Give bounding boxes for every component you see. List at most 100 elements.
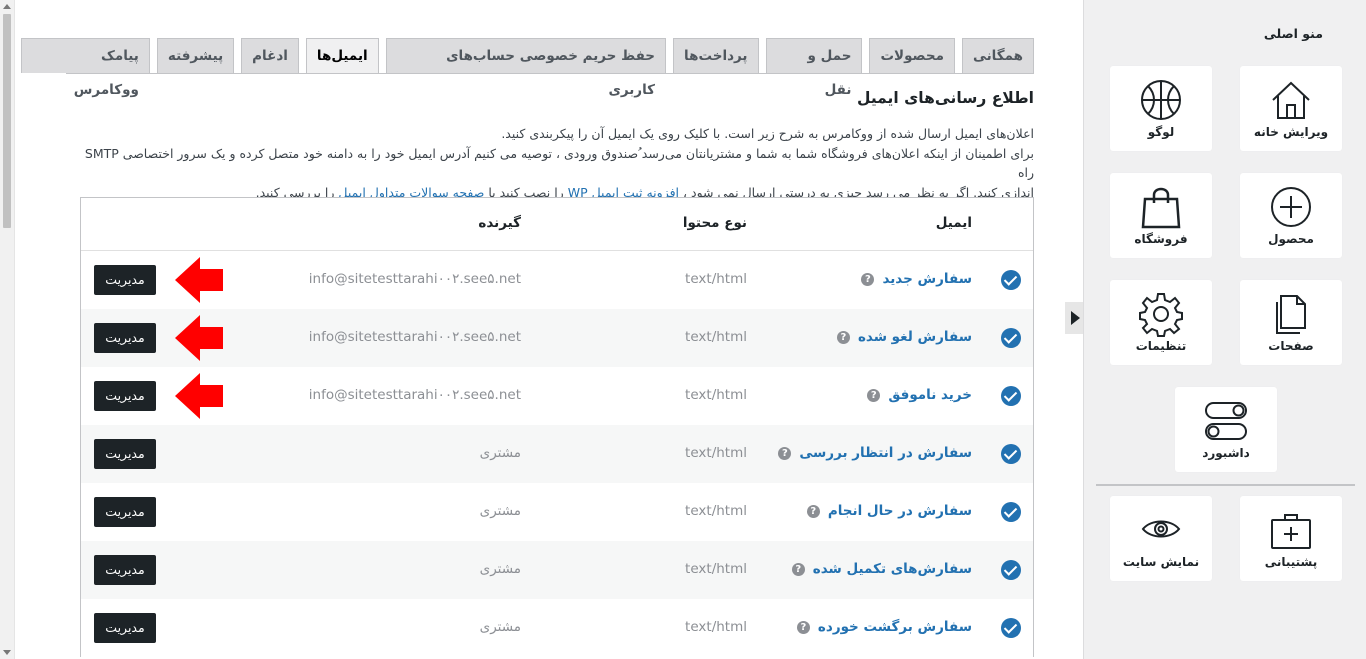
settings-main: همگانی محصولات حمل و نقل پرداخت‌ها حفظ ح… — [14, 0, 1082, 659]
enabled-check-icon — [1001, 386, 1021, 406]
content-type: text/html — [685, 387, 747, 403]
recipient: info@sitetesttarahi۰۰۲.see۵.net — [308, 271, 521, 287]
manage-button[interactable]: مدیریت — [94, 555, 156, 585]
enabled-check-icon — [1001, 328, 1021, 348]
menu-card-label: تنظیمات — [1135, 339, 1187, 353]
header-email: ایمیل — [935, 215, 972, 231]
email-name-link[interactable]: سفارش‌های تکمیل شده? — [791, 561, 972, 577]
menu-card-label: نمایش سایت — [1122, 555, 1200, 569]
email-name-link[interactable]: خرید ناموفق? — [867, 387, 972, 403]
menu-card-label: پشتیبانی — [1264, 555, 1318, 569]
help-icon[interactable]: ? — [806, 504, 820, 518]
content-type: text/html — [685, 329, 747, 345]
tab-integration[interactable]: ادغام — [241, 38, 299, 73]
table-row: سفارش لغو شده? text/html info@sitetesttara… — [81, 309, 1033, 367]
recipient: مشتری — [479, 561, 521, 577]
menu-card-support[interactable]: پشتیبانی — [1240, 496, 1342, 581]
email-name-link[interactable]: سفارش برگشت خورده? — [796, 619, 972, 635]
tab-general[interactable]: همگانی — [961, 38, 1034, 73]
recipient: مشتری — [479, 619, 521, 635]
recipient: info@sitetesttarahi۰۰۲.see۵.net — [308, 329, 521, 345]
content-type: text/html — [685, 503, 747, 519]
manage-button[interactable]: مدیریت — [94, 613, 156, 643]
red-arrow-annotation — [175, 257, 223, 303]
tab-privacy[interactable]: حفظ حریم خصوصی حساب‌های کاربری — [385, 38, 667, 98]
manage-button[interactable]: مدیریت — [94, 323, 156, 353]
help-icon[interactable]: ? — [861, 272, 875, 286]
section-title: اطلاع رسانی‌های ایمیل — [856, 89, 1034, 107]
content-type: text/html — [685, 619, 747, 635]
menu-card-label: فروشگاه — [1134, 232, 1188, 246]
tab-advanced[interactable]: پیشرفته — [156, 38, 235, 73]
table-row: خرید ناموفق? text/html info@sitetesttarahi… — [81, 367, 1033, 425]
panel-divider — [1096, 484, 1355, 486]
enabled-check-icon — [1001, 502, 1021, 522]
tab-sms[interactable]: پیامک ووکامرس — [21, 38, 150, 98]
help-icon[interactable]: ? — [791, 562, 805, 576]
scroll-up-arrow-icon[interactable] — [3, 4, 11, 9]
tab-emails[interactable]: ایمیل‌ها — [305, 38, 379, 74]
menu-card-label: محصول — [1268, 232, 1314, 246]
manage-button[interactable]: مدیریت — [94, 381, 156, 411]
eye-icon — [1141, 520, 1181, 538]
help-icon[interactable]: ? — [836, 330, 850, 344]
settings-tabs: همگانی محصولات حمل و نقل پرداخت‌ها حفظ ح… — [14, 38, 1034, 98]
tab-shipping[interactable]: حمل و نقل — [765, 38, 863, 98]
help-icon[interactable]: ? — [867, 388, 881, 402]
collapse-panel-toggle[interactable] — [1065, 302, 1083, 334]
tab-products[interactable]: محصولات — [869, 38, 955, 73]
scrollbar-thumb[interactable] — [3, 14, 11, 228]
description-line-1: اعلان‌های ایمیل ارسال شده از ووکامرس به … — [501, 126, 1034, 141]
menu-card-view-site[interactable]: نمایش سایت — [1110, 496, 1212, 581]
plus-circle-icon — [1271, 187, 1311, 227]
header-content-type: نوع محتوا — [682, 215, 747, 231]
section-description: اعلان‌های ایمیل ارسال شده از ووکامرس به … — [66, 124, 1034, 202]
help-icon[interactable]: ? — [778, 446, 792, 460]
table-row: سفارش در انتظار بررسی? text/html مشتری مدیر… — [81, 425, 1033, 483]
help-icon[interactable]: ? — [796, 620, 810, 634]
email-name-link[interactable]: سفارش لغو شده? — [836, 329, 972, 345]
home-icon — [1272, 81, 1310, 119]
toggles-icon — [1205, 402, 1247, 440]
menu-card-label: لوگو — [1147, 125, 1175, 139]
header-recipient: گیرنده — [478, 215, 521, 231]
shopping-bag-icon — [1141, 187, 1181, 229]
right-menu-panel: منو اصلی ویرایش خانه لوگو محصول فروشگاه … — [1065, 0, 1366, 659]
email-name-link[interactable]: سفارش در حال انجام? — [806, 503, 972, 519]
manage-button[interactable]: مدیریت — [94, 439, 156, 469]
menu-card-dashboard[interactable]: داشبورد — [1175, 387, 1277, 472]
email-name-link[interactable]: سفارش جدید? — [861, 271, 972, 287]
menu-card-shop[interactable]: فروشگاه — [1110, 173, 1212, 258]
enabled-check-icon — [1001, 618, 1021, 638]
table-row: سفارش‌های تکمیل شده? text/html مشتری مدیریت — [81, 541, 1033, 599]
recipient: info@sitetesttarahi۰۰۲.see۵.net — [308, 387, 521, 403]
enabled-check-icon — [1001, 560, 1021, 580]
first-aid-icon — [1271, 514, 1311, 549]
menu-card-label: صفحات — [1268, 339, 1314, 353]
scroll-down-arrow-icon[interactable] — [3, 650, 11, 655]
table-header: ایمیل نوع محتوا گیرنده — [81, 198, 1033, 251]
table-row: سفارش برگشت خورده? text/html مشتری مدیریت — [81, 599, 1033, 657]
menu-card-logo[interactable]: لوگو — [1110, 66, 1212, 151]
red-arrow-annotation — [175, 315, 223, 361]
table-row: سفارش در حال انجام? text/html مشتری مدیریت — [81, 483, 1033, 541]
content-type: text/html — [685, 445, 747, 461]
panel-title: منو اصلی — [1263, 26, 1323, 41]
menu-card-product[interactable]: محصول — [1240, 173, 1342, 258]
content-type: text/html — [685, 561, 747, 577]
email-notifications-table: ایمیل نوع محتوا گیرنده سفارش جدید? text/h… — [80, 197, 1034, 657]
menu-card-edit-home[interactable]: ویرایش خانه — [1240, 66, 1342, 151]
enabled-check-icon — [1001, 270, 1021, 290]
menu-card-pages[interactable]: صفحات — [1240, 280, 1342, 365]
menu-card-settings[interactable]: تنظیمات — [1110, 280, 1212, 365]
recipient: مشتری — [479, 503, 521, 519]
tabs-divider — [66, 73, 1034, 74]
page-scrollbar[interactable] — [0, 0, 15, 659]
gear-icon — [1139, 293, 1183, 337]
email-name-link[interactable]: سفارش در انتظار بررسی? — [778, 445, 972, 461]
manage-button[interactable]: مدیریت — [94, 497, 156, 527]
manage-button[interactable]: مدیریت — [94, 265, 156, 295]
description-line-2: برای اطمینان از اینکه اعلان‌های فروشگاه … — [84, 145, 1034, 181]
tab-payments[interactable]: پرداخت‌ها — [673, 38, 759, 73]
table-row: سفارش جدید? text/html info@sitetesttarahi۰… — [81, 251, 1033, 309]
